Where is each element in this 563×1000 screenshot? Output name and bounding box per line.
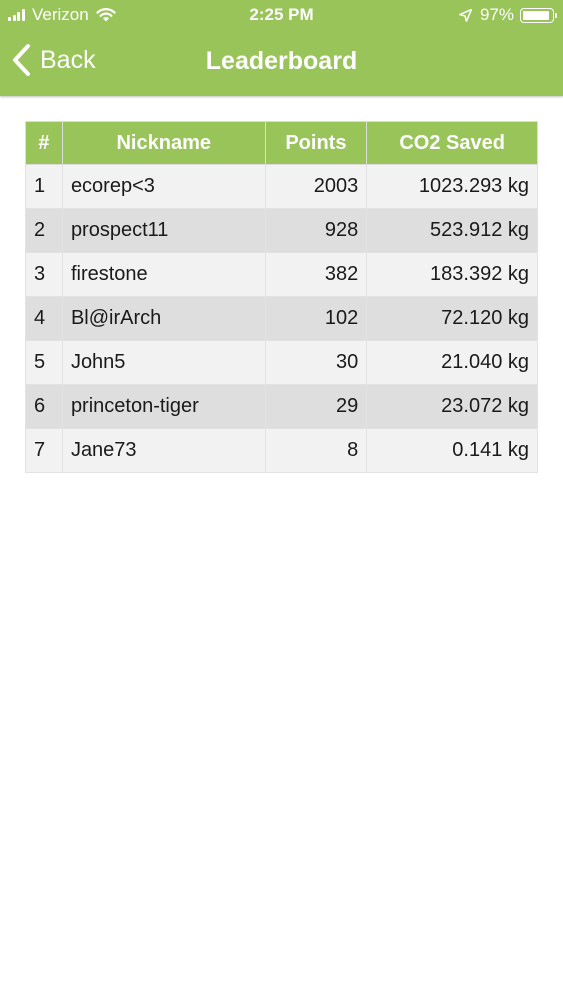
- rank-cell: 3: [25, 252, 63, 297]
- points-cell: 30: [264, 340, 368, 385]
- location-arrow-icon: [459, 8, 472, 22]
- app-header: Verizon 2:25 PM 97% Back Leaderboard: [0, 0, 563, 96]
- table-row: 7 Jane73 8 0.141 kg: [25, 428, 538, 473]
- points-cell: 29: [264, 384, 368, 429]
- column-header-nickname: Nickname: [61, 121, 266, 165]
- table-row: 1 ecorep<3 2003 1023.293 kg: [25, 164, 538, 209]
- nickname-cell: Jane73: [61, 428, 266, 473]
- co2-saved-cell: 183.392 kg: [366, 252, 538, 297]
- battery-percentage: 97%: [479, 5, 514, 24]
- points-cell: 8: [264, 428, 368, 473]
- rank-cell: 6: [25, 384, 63, 429]
- table-row: 3 firestone 382 183.392 kg: [25, 252, 538, 297]
- table-row: 4 Bl@irArch 102 72.120 kg: [25, 296, 538, 341]
- co2-saved-cell: 23.072 kg: [366, 384, 538, 429]
- navigation-bar: Back Leaderboard: [0, 36, 563, 88]
- co2-saved-cell: 21.040 kg: [366, 340, 538, 385]
- status-bar: Verizon 2:25 PM 97%: [0, 0, 563, 32]
- status-right: 97%: [459, 5, 557, 25]
- nickname-cell: John5: [61, 340, 266, 385]
- points-cell: 2003: [264, 164, 368, 209]
- page-title: Leaderboard: [205, 47, 358, 75]
- nickname-cell: firestone: [61, 252, 266, 297]
- table-header: # Nickname Points CO2 Saved: [25, 121, 538, 165]
- nickname-cell: princeton-tiger: [61, 384, 266, 429]
- nickname-cell: ecorep<3: [61, 164, 266, 209]
- rank-cell: 2: [25, 208, 63, 253]
- table-header-row: # Nickname Points CO2 Saved: [25, 121, 538, 165]
- co2-saved-cell: 72.120 kg: [366, 296, 538, 341]
- column-header-co2-saved: CO2 Saved: [366, 121, 538, 165]
- rank-cell: 5: [25, 340, 63, 385]
- nickname-cell: Bl@irArch: [61, 296, 266, 341]
- column-header-rank: #: [25, 121, 63, 165]
- table-body: 1 ecorep<3 2003 1023.293 kg 2 prospect11…: [25, 164, 538, 473]
- points-cell: 382: [264, 252, 368, 297]
- leaderboard-table: # Nickname Points CO2 Saved 1 ecorep<3 2…: [25, 121, 538, 473]
- table-row: 2 prospect11 928 523.912 kg: [25, 208, 538, 253]
- points-cell: 102: [264, 296, 368, 341]
- rank-cell: 7: [25, 428, 63, 473]
- co2-saved-cell: 1023.293 kg: [366, 164, 538, 209]
- table-row: 6 princeton-tiger 29 23.072 kg: [25, 384, 538, 429]
- nickname-cell: prospect11: [61, 208, 266, 253]
- co2-saved-cell: 0.141 kg: [366, 428, 538, 473]
- table-row: 5 John5 30 21.040 kg: [25, 340, 538, 385]
- co2-saved-cell: 523.912 kg: [366, 208, 538, 253]
- battery-tip: [555, 12, 557, 18]
- rank-cell: 1: [25, 164, 63, 209]
- points-cell: 928: [264, 208, 368, 253]
- battery-icon: [520, 7, 557, 23]
- battery-fill: [523, 10, 549, 20]
- column-header-points: Points: [264, 121, 368, 165]
- rank-cell: 4: [25, 296, 63, 341]
